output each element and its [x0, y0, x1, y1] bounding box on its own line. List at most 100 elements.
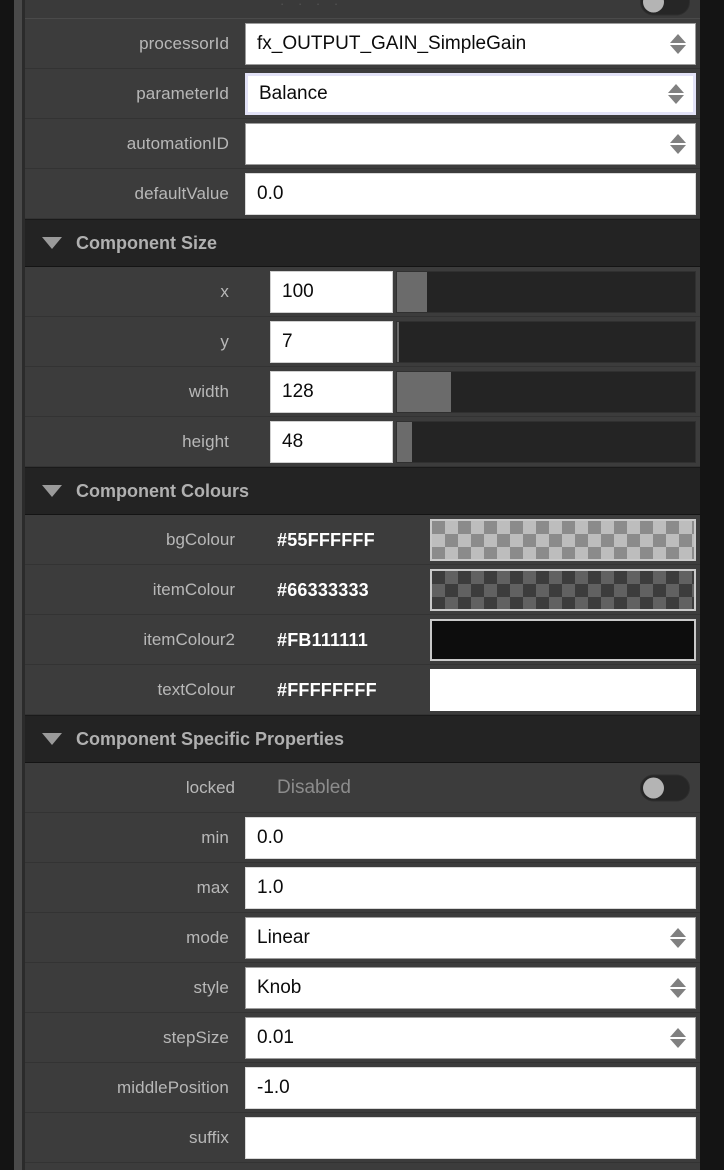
combobox-mode[interactable]: Linear — [245, 917, 696, 959]
section-header-component-specific[interactable]: Component Specific Properties — [25, 715, 700, 763]
textbox-defaultvalue[interactable]: 0.0 — [245, 173, 696, 215]
property-row-parameterid: parameterId Balance — [25, 69, 700, 119]
spinner-parameterid[interactable] — [668, 84, 684, 104]
value-height: 48 — [282, 431, 304, 452]
label-suffix: suffix — [189, 1128, 229, 1147]
textbox-x[interactable]: 100 — [270, 271, 393, 313]
slider-fill-height — [397, 422, 412, 462]
property-row-itemcolour: itemColour #66333333 — [25, 565, 700, 615]
label-middleposition: middlePosition — [117, 1078, 229, 1097]
property-row-processorid: processorId fx_OUTPUT_GAIN_SimpleGain — [25, 19, 700, 69]
value-min: 0.0 — [257, 827, 284, 848]
chevron-up-icon — [670, 34, 686, 43]
textbox-middleposition[interactable]: -1.0 — [245, 1067, 696, 1109]
label-parameterid: parameterId — [136, 84, 229, 103]
combobox-style[interactable]: Knob — [245, 967, 696, 1009]
property-row-middleposition: middlePosition -1.0 — [25, 1063, 700, 1113]
spinner-mode[interactable] — [670, 928, 686, 948]
chevron-down-icon — [42, 237, 62, 249]
checker-pattern — [432, 571, 694, 609]
slider-fill-y — [397, 322, 400, 362]
property-row-height: height 48 — [25, 417, 700, 467]
slider-y[interactable] — [396, 321, 696, 363]
spinner-automationid[interactable] — [670, 134, 686, 154]
label-height: height — [182, 432, 229, 451]
label-y: y — [220, 332, 229, 351]
chevron-down-icon — [670, 989, 686, 998]
value-locked: Disabled — [277, 777, 351, 798]
slider-width[interactable] — [396, 371, 696, 413]
colour-swatch-bgcolour[interactable] — [430, 519, 696, 561]
section-header-component-size[interactable]: Component Size — [25, 219, 700, 267]
chevron-down-icon — [670, 939, 686, 948]
label-locked: locked — [185, 778, 235, 797]
spinner-processorid[interactable] — [670, 34, 686, 54]
spinner-stepsize[interactable] — [670, 1028, 686, 1048]
colour-swatch-itemcolour[interactable] — [430, 569, 696, 611]
chevron-down-icon — [42, 485, 62, 497]
combobox-automationid[interactable] — [245, 123, 696, 165]
left-gutter — [0, 0, 14, 1170]
value-max: 1.0 — [257, 877, 284, 898]
combobox-stepsize[interactable]: 0.01 — [245, 1017, 696, 1059]
chevron-down-icon — [668, 95, 684, 104]
toggle-locked[interactable] — [640, 774, 690, 801]
left-scroll-strip[interactable] — [14, 0, 22, 1170]
property-row-min: min 0.0 — [25, 813, 700, 863]
chevron-down-icon — [42, 733, 62, 745]
combobox-parameterid[interactable]: Balance — [245, 73, 696, 115]
combobox-processorid[interactable]: fx_OUTPUT_GAIN_SimpleGain — [245, 23, 696, 65]
value-y: 7 — [282, 331, 293, 352]
property-row-bgcolour: bgColour #55FFFFFF — [25, 515, 700, 565]
property-row-stepsize: stepSize 0.01 — [25, 1013, 700, 1063]
property-list: · · · · processorId fx_OUTPUT_GAIN_Simpl… — [25, 0, 700, 1170]
property-row-style: style Knob — [25, 963, 700, 1013]
property-row-automationid: automationID — [25, 119, 700, 169]
textbox-width[interactable]: 128 — [270, 371, 393, 413]
textbox-max[interactable]: 1.0 — [245, 867, 696, 909]
value-textcolour: #FFFFFFFF — [277, 679, 377, 700]
spinner-style[interactable] — [670, 978, 686, 998]
value-parameterid: Balance — [259, 83, 328, 104]
chevron-up-icon — [670, 978, 686, 987]
partial-row-top-toggle[interactable] — [640, 0, 690, 16]
textbox-y[interactable]: 7 — [270, 321, 393, 363]
property-row-suffix: suffix — [25, 1113, 700, 1163]
section-title-component-size: Component Size — [76, 232, 218, 253]
label-stepsize: stepSize — [162, 1028, 229, 1047]
section-header-component-colours[interactable]: Component Colours — [25, 467, 700, 515]
textbox-height[interactable]: 48 — [270, 421, 393, 463]
label-filmstripimage: filmstripImage — [25, 1163, 237, 1170]
colour-swatch-textcolour[interactable] — [430, 669, 696, 711]
slider-fill-width — [397, 372, 451, 412]
label-x: x — [220, 282, 229, 301]
value-itemcolour2: #FB111111 — [277, 629, 368, 650]
label-itemcolour2: itemColour2 — [143, 630, 235, 649]
colour-swatch-itemcolour2[interactable] — [430, 619, 696, 661]
chevron-up-icon — [668, 84, 684, 93]
chevron-up-icon — [670, 134, 686, 143]
property-row-itemcolour2: itemColour2 #FB111111 — [25, 615, 700, 665]
section-title-component-colours: Component Colours — [76, 480, 249, 501]
label-mode: mode — [186, 928, 229, 947]
property-row-x: x 100 — [25, 267, 700, 317]
chevron-down-icon — [670, 145, 686, 154]
textbox-suffix[interactable] — [245, 1117, 696, 1159]
textbox-min[interactable]: 0.0 — [245, 817, 696, 859]
value-x: 100 — [282, 281, 314, 302]
label-width: width — [188, 382, 229, 401]
property-row-width: width 128 — [25, 367, 700, 417]
label-style: style — [193, 978, 229, 997]
chevron-down-icon — [670, 1039, 686, 1048]
property-row-textcolour: textColour #FFFFFFFF — [25, 665, 700, 715]
label-textcolour: textColour — [157, 680, 235, 699]
slider-x[interactable] — [396, 271, 696, 313]
label-itemcolour: itemColour — [152, 580, 235, 599]
property-row-max: max 1.0 — [25, 863, 700, 913]
label-bgcolour: bgColour — [166, 530, 235, 549]
property-row-defaultvalue: defaultValue 0.0 — [25, 169, 700, 219]
property-row-mode: mode Linear — [25, 913, 700, 963]
value-width: 128 — [282, 381, 314, 402]
checker-pattern — [432, 521, 694, 559]
slider-height[interactable] — [396, 421, 696, 463]
